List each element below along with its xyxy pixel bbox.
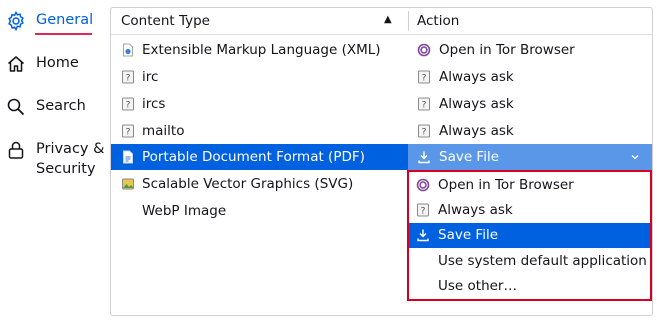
svg-text:?: ?: [422, 128, 427, 138]
nav-label-privacy: Privacy &: [36, 141, 105, 157]
nav-label-home: Home: [36, 55, 79, 71]
nav-label-general: General: [36, 12, 94, 28]
unknown-file-icon: ?: [418, 97, 430, 111]
download-icon: [418, 151, 430, 164]
svg-text:?: ?: [126, 101, 131, 111]
svg-text:?: ?: [126, 128, 131, 138]
content-type-label: mailto: [142, 123, 185, 139]
table-header: Content Type ▲ Action: [111, 8, 652, 35]
svg-text:?: ?: [422, 101, 427, 111]
menu-item-label: Use other…: [438, 278, 517, 294]
active-nav-underline: [35, 33, 92, 35]
nav-label-search: Search: [36, 98, 86, 114]
action-label: Open in Tor Browser: [439, 42, 575, 58]
content-type-label: ircs: [142, 96, 166, 112]
table-row[interactable]: ? irc ? Always ask: [111, 64, 652, 90]
nav-item-privacy-security[interactable]: Privacy & Security: [5, 139, 104, 179]
nav-label-security: Security: [36, 161, 96, 177]
tor-browser-icon: [417, 43, 431, 57]
menu-item-always-ask[interactable]: ? Always ask: [409, 198, 650, 223]
menu-item-use-system-default[interactable]: Use system default application: [409, 249, 650, 274]
content-type-label: Extensible Markup Language (XML): [142, 42, 381, 58]
download-icon: [417, 229, 429, 242]
action-label: Always ask: [439, 123, 514, 139]
table-row[interactable]: ? ircs ? Always ask: [111, 91, 652, 117]
image-file-icon: [122, 178, 134, 190]
svg-text:?: ?: [422, 74, 427, 84]
pdf-file-icon: [123, 150, 133, 164]
unknown-file-icon: ?: [122, 97, 134, 111]
tor-browser-icon: [416, 178, 430, 192]
menu-item-label: Save File: [438, 227, 499, 243]
nav-item-general[interactable]: General: [5, 10, 93, 32]
home-icon: [5, 53, 27, 75]
content-type-label: WebP Image: [142, 203, 227, 219]
menu-item-use-other[interactable]: Use other…: [409, 274, 650, 299]
menu-item-save-file[interactable]: Save File: [409, 223, 650, 248]
search-icon: [5, 96, 27, 118]
menu-item-open-in-tor-browser[interactable]: Open in Tor Browser: [409, 173, 650, 198]
content-type-label: irc: [142, 69, 159, 85]
unknown-file-icon: ?: [418, 70, 430, 84]
gear-icon: [5, 10, 27, 32]
column-header-action[interactable]: Action: [417, 13, 459, 29]
chevron-down-icon: [631, 155, 639, 160]
content-type-label: Scalable Vector Graphics (SVG): [142, 176, 354, 192]
action-dropdown-menu: Open in Tor Browser ? Always ask Save Fi…: [407, 170, 652, 301]
sort-ascending-icon: ▲: [384, 14, 392, 25]
nav-label-privacy-security: Privacy & Security: [36, 139, 104, 179]
unknown-file-icon: ?: [417, 203, 429, 217]
unknown-file-icon: ?: [418, 124, 430, 138]
action-select[interactable]: Save File: [408, 144, 652, 170]
menu-item-label: Always ask: [438, 202, 513, 218]
unknown-file-icon: ?: [122, 70, 134, 84]
nav-item-home[interactable]: Home: [5, 53, 79, 75]
action-label: Always ask: [439, 96, 514, 112]
action-select-value: Save File: [439, 149, 500, 165]
nav-item-search[interactable]: Search: [5, 96, 86, 118]
menu-item-label: Use system default application: [438, 253, 647, 269]
action-label: Always ask: [439, 69, 514, 85]
table-row[interactable]: Extensible Markup Language (XML) Open in…: [111, 37, 652, 63]
lock-icon: [5, 139, 27, 161]
content-type-label: Portable Document Format (PDF): [142, 149, 365, 165]
column-header-content-type[interactable]: Content Type: [121, 13, 210, 29]
menu-item-label: Open in Tor Browser: [438, 177, 574, 193]
table-row-selected[interactable]: Portable Document Format (PDF) Save File: [111, 144, 652, 170]
svg-text:?: ?: [421, 207, 426, 217]
sidebar-nav: General Home Search Privacy & Security: [0, 0, 105, 321]
svg-text:?: ?: [126, 74, 131, 84]
column-separator: [408, 11, 409, 31]
unknown-file-icon: ?: [122, 124, 134, 138]
table-row[interactable]: ? mailto ? Always ask: [111, 118, 652, 144]
xml-file-icon: [123, 43, 133, 57]
